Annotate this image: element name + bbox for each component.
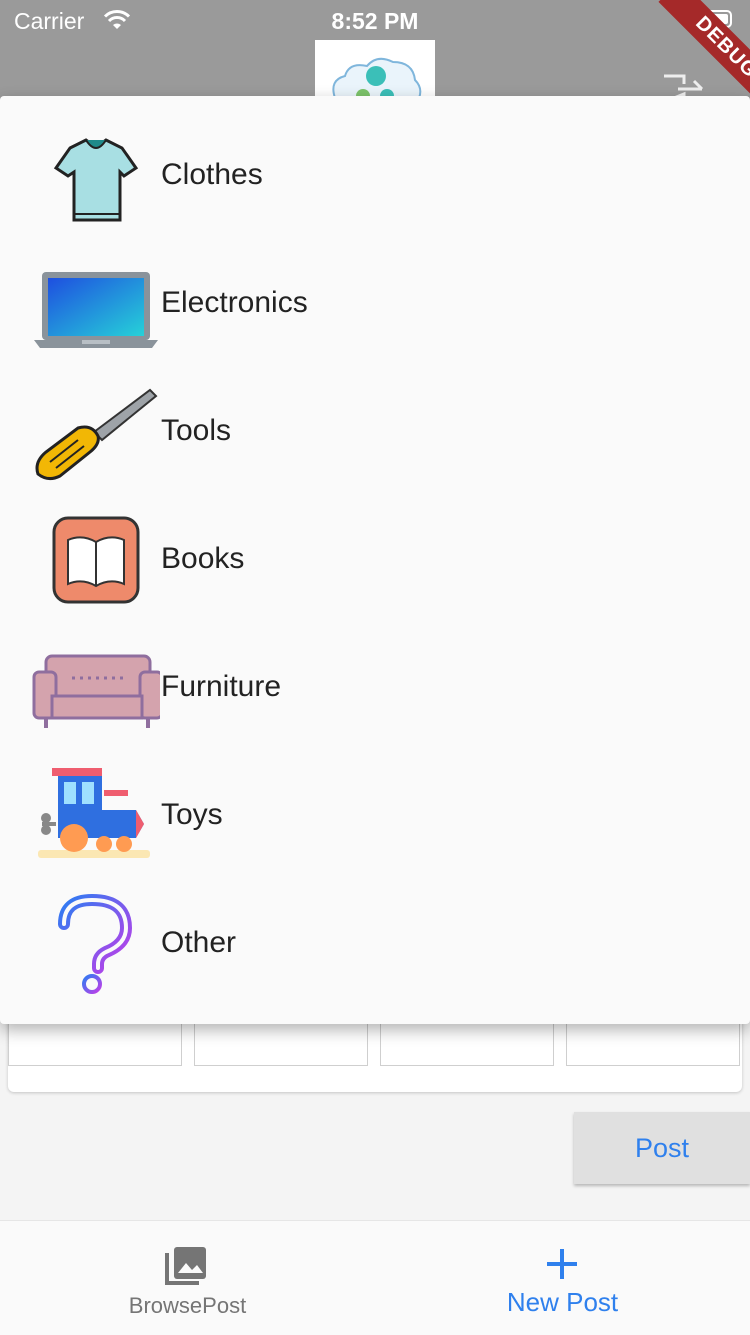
photo-library-icon xyxy=(165,1247,206,1285)
menu-item-toys[interactable]: Toys xyxy=(0,752,750,880)
bottom-navigation: BrowsePost New Post xyxy=(0,1220,750,1335)
menu-item-other[interactable]: Other xyxy=(0,880,750,1008)
menu-item-label: Books xyxy=(161,542,245,575)
menu-item-label: Electronics xyxy=(161,286,308,319)
post-button[interactable]: Post xyxy=(574,1112,750,1184)
menu-item-tools[interactable]: Tools xyxy=(0,368,750,496)
status-bar: Carrier 8:52 PM xyxy=(0,0,750,40)
tshirt-icon xyxy=(53,138,139,222)
nav-label: BrowsePost xyxy=(128,1293,247,1318)
clock: 8:52 PM xyxy=(331,8,419,34)
nav-label: New Post xyxy=(506,1287,619,1317)
menu-item-books[interactable]: Books xyxy=(0,496,750,624)
image-slot[interactable] xyxy=(194,1020,368,1066)
toy-train-icon xyxy=(38,768,150,858)
menu-item-electronics[interactable]: Electronics xyxy=(0,240,750,368)
image-slot[interactable] xyxy=(380,1020,554,1066)
nav-item-new-post[interactable]: New Post xyxy=(375,1221,750,1335)
question-mark-icon xyxy=(58,894,133,994)
menu-item-furniture[interactable]: Furniture xyxy=(0,624,750,752)
battery-icon xyxy=(692,10,732,28)
screwdriver-icon xyxy=(35,388,158,481)
category-dropdown-menu: Clothes Electronics Tools Books Furnitur… xyxy=(0,96,750,1024)
menu-item-clothes[interactable]: Clothes xyxy=(0,112,750,240)
sofa-icon xyxy=(32,654,160,728)
menu-item-label: Other xyxy=(161,926,237,959)
cloud-logo-icon xyxy=(332,57,422,103)
image-slot[interactable] xyxy=(566,1020,740,1066)
plus-icon xyxy=(547,1249,577,1279)
image-slot[interactable] xyxy=(8,1020,182,1066)
laptop-icon xyxy=(34,272,158,348)
menu-item-label: Toys xyxy=(161,798,223,831)
menu-item-label: Tools xyxy=(161,414,232,447)
book-icon xyxy=(52,516,140,604)
menu-item-label: Furniture xyxy=(161,670,282,703)
nav-item-browse-post[interactable]: BrowsePost xyxy=(0,1221,375,1335)
app-bar xyxy=(0,40,750,104)
menu-item-label: Clothes xyxy=(161,158,263,191)
app-logo xyxy=(315,40,435,103)
